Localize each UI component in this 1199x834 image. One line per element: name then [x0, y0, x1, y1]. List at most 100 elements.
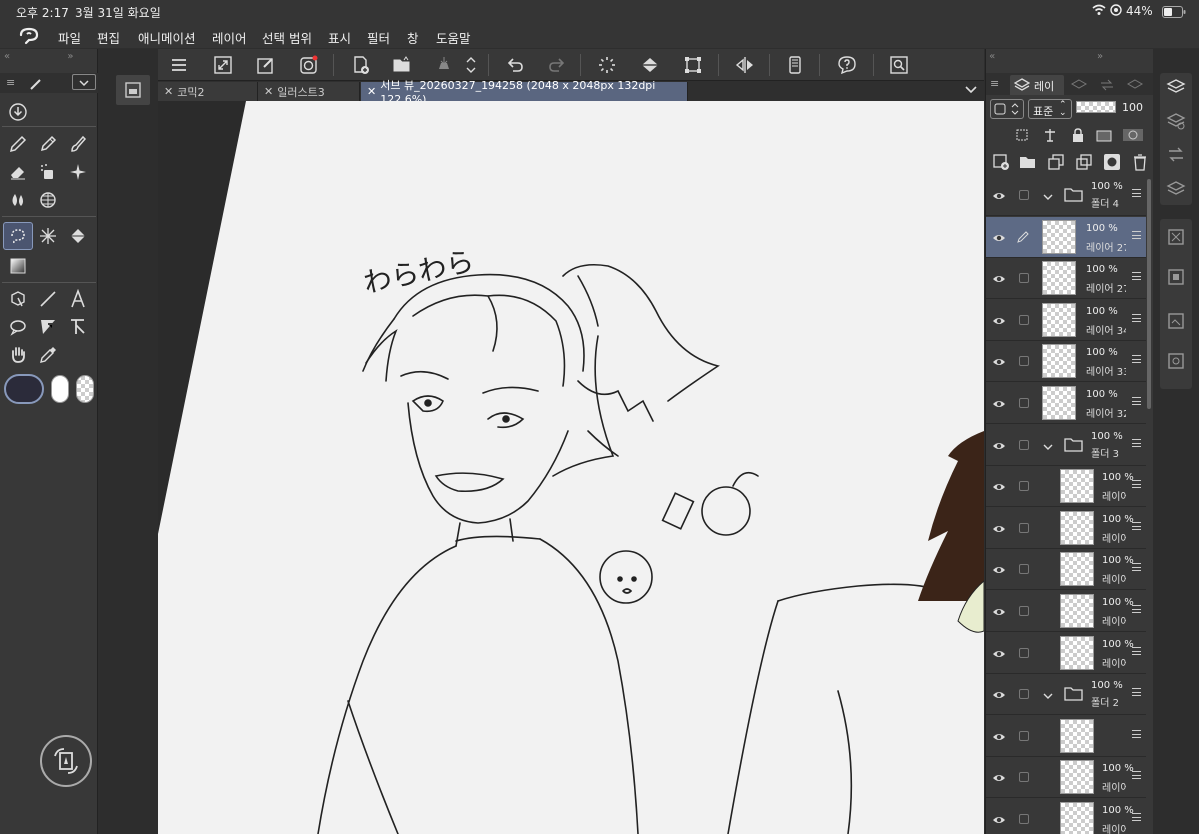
layer-menu-icon[interactable] [1132, 397, 1141, 405]
layer-row[interactable]: 100 % 레이어 [986, 757, 1146, 799]
layer-folder-row[interactable]: 100 % 폴더 4 [986, 175, 1146, 216]
transform-icon[interactable] [680, 53, 706, 77]
material-image-icon[interactable] [1166, 311, 1186, 335]
visibility-icon[interactable] [992, 230, 1006, 244]
airbrush-tool-icon[interactable] [34, 159, 62, 185]
layer-checkbox[interactable] [1019, 814, 1029, 824]
auto-action-icon[interactable] [1166, 179, 1186, 203]
layers-icon[interactable] [1166, 77, 1186, 101]
layer-checkbox[interactable] [1019, 190, 1029, 200]
layer-row[interactable]: 100 % 레이어 32 [986, 383, 1146, 424]
layer-list-scrollbar[interactable] [1147, 179, 1151, 409]
cloud-save-icon[interactable] [431, 53, 457, 77]
layer-menu-icon[interactable] [1132, 521, 1141, 530]
chevron-updown-icon[interactable] [463, 53, 479, 77]
trash-icon[interactable] [1131, 153, 1149, 175]
layer-checkbox[interactable] [1019, 772, 1029, 783]
flip-horizontal-icon[interactable] [732, 53, 758, 77]
menu-layer[interactable]: 레이어 [212, 28, 247, 47]
chevron-down-icon[interactable] [1042, 188, 1054, 207]
layer-menu-icon[interactable] [1132, 729, 1141, 738]
visibility-icon[interactable] [992, 313, 1006, 327]
menu-filter[interactable]: 필터 [367, 28, 390, 47]
close-icon[interactable]: ✕ [164, 85, 173, 98]
layer-menu-icon[interactable] [1132, 230, 1141, 239]
layer-menu-icon[interactable] [1132, 313, 1141, 322]
tab-comic2[interactable]: ✕ 코믹2 [158, 82, 258, 101]
app-logo-icon[interactable] [18, 27, 40, 48]
menu-selection[interactable]: 선택 범위 [262, 28, 312, 47]
hamburger-icon[interactable]: ≡ [990, 77, 999, 90]
merge-layer-icon[interactable] [1075, 153, 1093, 175]
layer-search-icon[interactable] [1166, 111, 1186, 135]
rotate-canvas-icon[interactable] [40, 735, 92, 787]
close-icon[interactable]: ✕ [367, 85, 376, 98]
lock-icon[interactable] [1070, 127, 1086, 147]
blend-mode-select[interactable]: 표준 ⌃ ⌄ [1028, 99, 1072, 119]
material-folder-icon[interactable] [1166, 267, 1186, 291]
visibility-icon[interactable] [992, 521, 1006, 535]
ruler-tool-icon[interactable] [64, 314, 92, 340]
layer-row[interactable]: 100 % 레이어 [986, 591, 1146, 632]
pen-tab-icon[interactable] [28, 76, 44, 95]
sparkle-tool-icon[interactable] [64, 159, 92, 185]
history-icon[interactable] [1166, 145, 1186, 169]
layer-row[interactable] [986, 716, 1146, 757]
gradient-tool-icon[interactable] [4, 253, 32, 279]
layer-checkbox[interactable] [1019, 606, 1029, 616]
record-icon[interactable] [296, 53, 322, 77]
layer-menu-icon[interactable] [1132, 646, 1141, 655]
layer-row[interactable]: 100 % 레이어 [986, 549, 1146, 591]
line-tool-icon[interactable] [34, 286, 62, 312]
layer-checkbox[interactable] [1019, 564, 1029, 575]
frame-tool-icon[interactable] [34, 314, 62, 340]
menu-animation[interactable]: 애니메이션 [138, 28, 196, 47]
layer-mask-icon[interactable] [1103, 153, 1121, 175]
new-layer-icon[interactable] [992, 153, 1010, 175]
object-tool-icon[interactable] [4, 286, 32, 312]
layer-menu-icon[interactable] [1132, 813, 1141, 821]
text-tool-icon[interactable] [64, 286, 92, 312]
menu-view[interactable]: 표시 [328, 28, 351, 47]
canvas-drawing[interactable]: わらわら [158, 101, 984, 834]
visibility-icon[interactable] [992, 479, 1006, 493]
layer-checkbox[interactable] [1019, 439, 1029, 450]
layer-menu-icon[interactable] [1132, 688, 1141, 697]
sub-color-swatch[interactable] [51, 375, 69, 403]
menu-file[interactable]: 파일 [58, 28, 81, 47]
visibility-icon[interactable] [992, 271, 1006, 285]
layer-checkbox[interactable] [1019, 273, 1029, 284]
menu-window[interactable]: 창 [407, 28, 419, 47]
layer-checkbox[interactable] [1019, 730, 1029, 741]
layer-menu-icon[interactable] [1132, 605, 1141, 613]
layer-row[interactable]: 100 % 레이어 27 [986, 216, 1146, 258]
chevron-down-icon[interactable] [1042, 438, 1054, 457]
layer-row[interactable]: 100 % 레이어 27 [986, 258, 1146, 300]
layer-checkbox[interactable] [1019, 522, 1029, 533]
visibility-icon[interactable] [992, 646, 1006, 660]
menu-edit[interactable]: 편집 [97, 28, 120, 47]
visibility-icon[interactable] [992, 812, 1006, 826]
redo-icon[interactable] [544, 53, 570, 77]
layer-menu-icon[interactable] [1132, 189, 1141, 197]
hand-tool-icon[interactable] [4, 342, 32, 368]
layer-row[interactable]: 100 % 레이어 [986, 508, 1146, 549]
layer-menu-icon[interactable] [1132, 771, 1141, 780]
material-icon[interactable] [1166, 227, 1186, 251]
layer-row[interactable]: 100 % 레이어 34 [986, 300, 1146, 341]
layer-row[interactable]: 100 % 레이어 [986, 633, 1146, 674]
layer-row[interactable]: 100 % 레이어 33 [986, 341, 1146, 383]
close-icon[interactable]: ✕ [264, 85, 273, 98]
edit-icon[interactable] [253, 53, 279, 77]
opacity-value[interactable]: 100 [1122, 101, 1143, 114]
brush-tool-icon[interactable] [64, 131, 92, 157]
layer-checkbox[interactable] [1019, 314, 1029, 325]
clip-icon[interactable] [1014, 127, 1030, 147]
layer-checkbox[interactable] [1019, 356, 1029, 367]
chevron-down-icon[interactable] [72, 74, 96, 90]
search-icon[interactable] [886, 53, 912, 77]
chevron-down-icon[interactable] [1042, 687, 1054, 706]
layer-folder-row[interactable]: 100 % 폴더 3 [986, 425, 1146, 466]
mask-icon[interactable] [1122, 127, 1144, 147]
open-folder-icon[interactable] [389, 53, 415, 77]
